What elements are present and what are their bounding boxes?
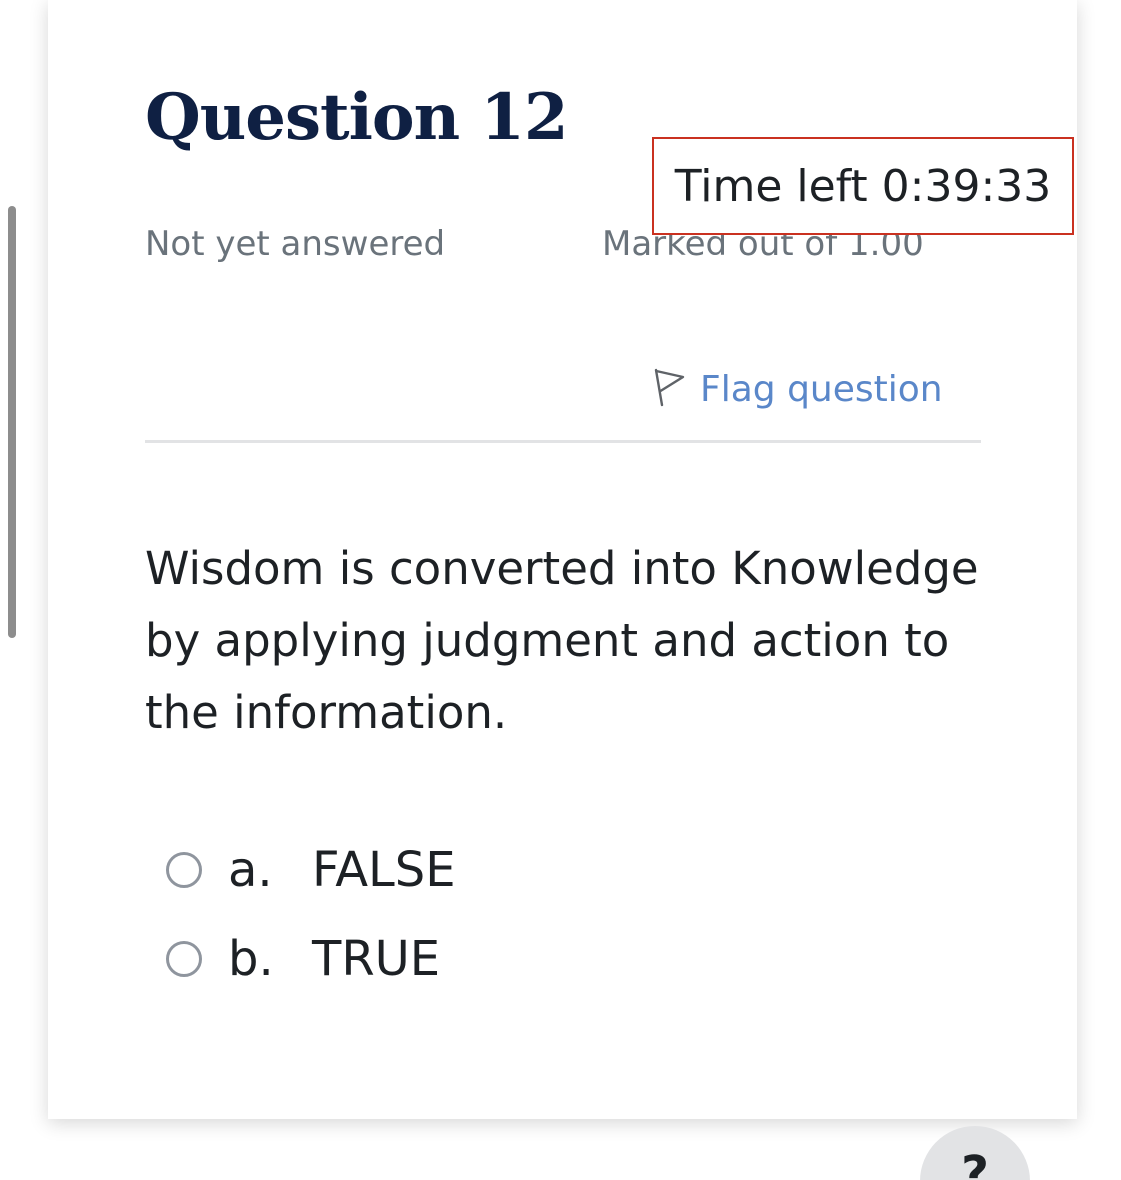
answer-text: TRUE: [312, 931, 441, 987]
help-button-label: ?: [961, 1146, 989, 1180]
help-button[interactable]: ?: [920, 1126, 1030, 1180]
header-divider: [145, 440, 981, 443]
page-scrollbar[interactable]: [8, 206, 16, 638]
radio-icon[interactable]: [166, 941, 202, 977]
radio-icon[interactable]: [166, 852, 202, 888]
answer-option-a[interactable]: a. FALSE: [166, 832, 456, 908]
flag-question-link[interactable]: Flag question: [652, 364, 943, 414]
quiz-timer: Time left 0:39:33: [652, 137, 1074, 235]
answer-letter: b.: [228, 931, 274, 987]
question-status: Not yet answered: [145, 224, 446, 264]
question-text: Wisdom is converted into Knowledge by ap…: [145, 542, 979, 739]
answer-letter: a.: [228, 842, 273, 898]
timer-label: Time left 0:39:33: [674, 160, 1052, 212]
flag-question-label: Flag question: [700, 368, 943, 410]
answer-options: a. FALSE b. TRUE: [166, 832, 456, 1010]
answer-option-b[interactable]: b. TRUE: [166, 921, 456, 997]
flag-icon: [652, 367, 686, 411]
question-title: Question 12: [145, 80, 568, 155]
answer-text: FALSE: [312, 842, 456, 898]
